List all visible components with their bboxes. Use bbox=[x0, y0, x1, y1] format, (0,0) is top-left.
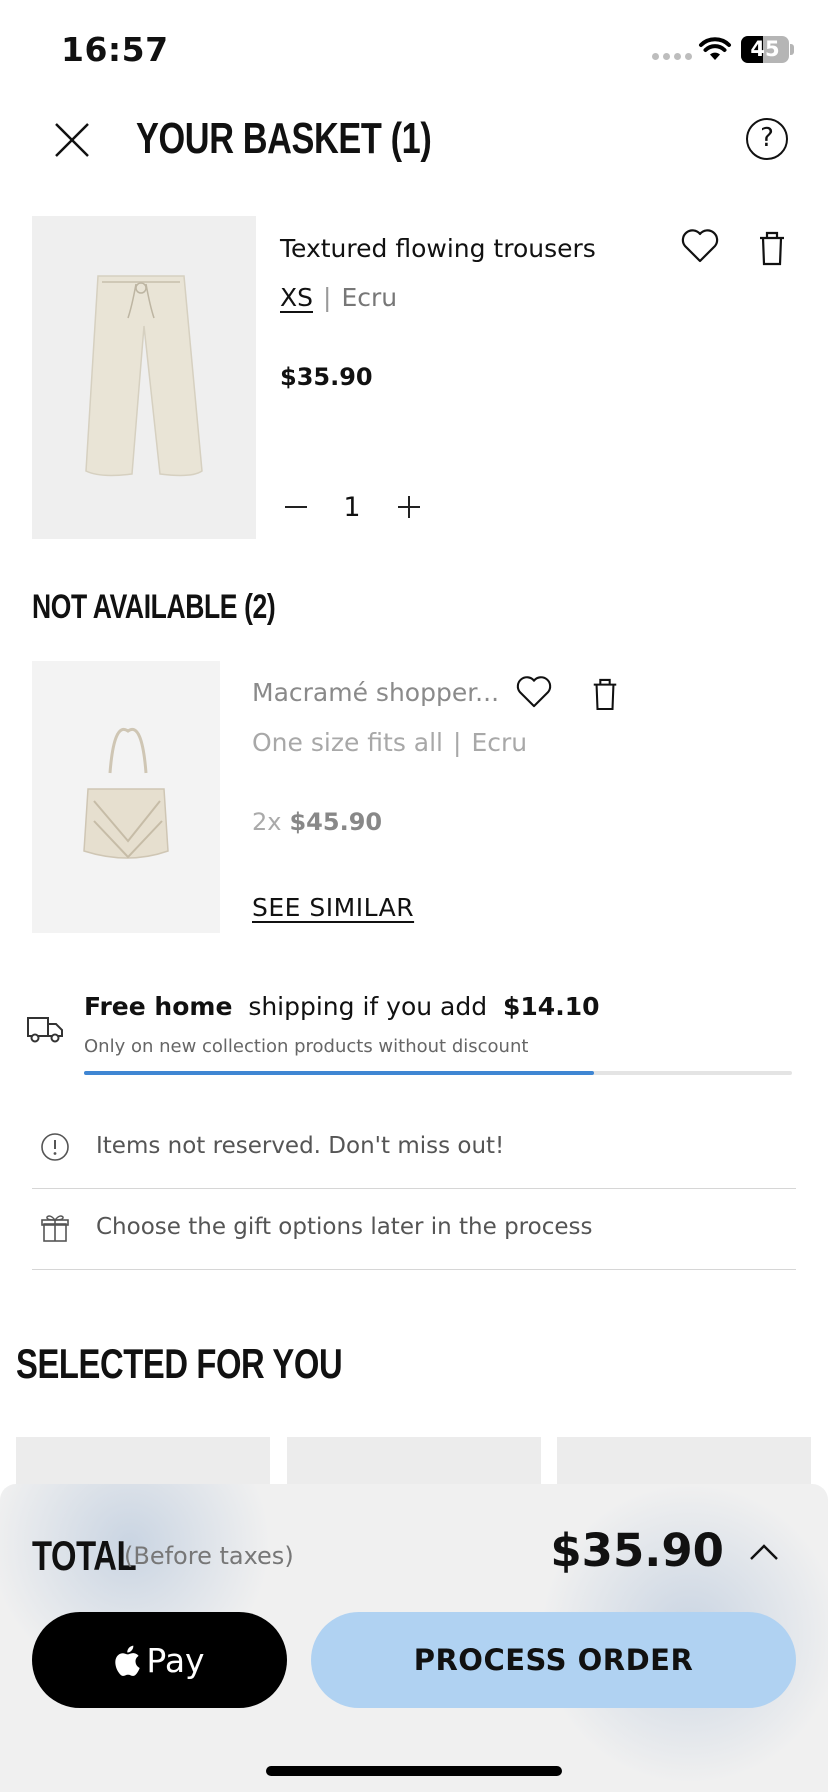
unavailable-product-price: 2x $45.90 bbox=[252, 808, 382, 836]
shipping-progress-bar bbox=[84, 1071, 792, 1075]
product-image[interactable] bbox=[32, 216, 256, 539]
total-label: TOTAL bbox=[32, 1532, 137, 1579]
see-similar-link[interactable]: SEE SIMILAR bbox=[252, 893, 414, 922]
unavailable-product-size: One size fits all bbox=[252, 728, 444, 757]
decrease-quantity-button[interactable] bbox=[283, 494, 309, 520]
chevron-up-icon[interactable] bbox=[748, 1542, 780, 1562]
shipping-highlight: Free home bbox=[84, 992, 233, 1021]
product-price: $35.90 bbox=[280, 363, 373, 391]
heart-icon[interactable] bbox=[515, 675, 553, 709]
gift-options-notice[interactable]: Choose the gift options later in the pro… bbox=[32, 1189, 796, 1270]
recommendations-title: SELECTED FOR YOU bbox=[16, 1340, 343, 1387]
increase-quantity-button[interactable] bbox=[396, 494, 422, 520]
shipping-amount: $14.10 bbox=[503, 992, 600, 1021]
status-time: 16:57 bbox=[61, 30, 169, 69]
checkout-footer: TOTAL (Before taxes) $35.90 Pay PROCESS … bbox=[0, 1484, 828, 1792]
signal-icon bbox=[652, 53, 692, 60]
gift-icon bbox=[41, 1215, 69, 1242]
heart-icon[interactable] bbox=[680, 228, 720, 264]
unavailable-product-color: Ecru bbox=[471, 728, 528, 757]
trash-icon[interactable] bbox=[756, 230, 788, 266]
unavailable-product-image[interactable] bbox=[32, 661, 220, 933]
quantity-value: 1 bbox=[343, 492, 361, 523]
wifi-icon bbox=[699, 37, 731, 60]
total-amount: $35.90 bbox=[550, 1524, 724, 1577]
product-name[interactable]: Textured flowing trousers bbox=[280, 234, 596, 263]
bag-image bbox=[83, 727, 169, 859]
variant-separator: | bbox=[453, 728, 462, 757]
shipping-message: Free home shipping if you add $14.10 bbox=[84, 992, 600, 1021]
unavailable-product-qty: 2x bbox=[252, 808, 282, 836]
shipping-progress-fill bbox=[84, 1071, 594, 1075]
help-button[interactable]: ? bbox=[746, 118, 788, 160]
exclamation-circle-icon bbox=[41, 1133, 69, 1161]
unavailable-product-variant: One size fits all | Ecru bbox=[252, 728, 527, 757]
close-icon[interactable] bbox=[50, 118, 94, 162]
home-indicator[interactable] bbox=[266, 1766, 562, 1776]
variant-separator: | bbox=[323, 283, 332, 312]
product-variant: XS | Ecru bbox=[280, 283, 397, 312]
apple-pay-label: Pay bbox=[146, 1640, 205, 1680]
shipping-text: shipping if you add bbox=[248, 992, 488, 1021]
shipping-subtext: Only on new collection products without … bbox=[84, 1036, 529, 1057]
product-size[interactable]: XS bbox=[280, 283, 313, 312]
product-color: Ecru bbox=[341, 283, 398, 312]
notice-text: Items not reserved. Don't miss out! bbox=[96, 1133, 505, 1159]
reservation-notice: Items not reserved. Don't miss out! bbox=[32, 1108, 796, 1189]
unavailable-product-name[interactable]: Macramé shopper... bbox=[252, 678, 499, 707]
trash-icon[interactable] bbox=[590, 677, 620, 711]
truck-icon bbox=[27, 1017, 63, 1043]
battery-percent: 45 bbox=[750, 37, 780, 61]
not-available-title: NOT AVAILABLE (2) bbox=[32, 588, 276, 626]
apple-logo-icon bbox=[115, 1645, 141, 1676]
total-note: (Before taxes) bbox=[124, 1542, 294, 1570]
process-order-button[interactable]: PROCESS ORDER bbox=[311, 1612, 796, 1708]
page-title: YOUR BASKET (1) bbox=[136, 114, 432, 163]
battery-icon: 45 bbox=[741, 36, 789, 63]
battery-nub bbox=[790, 44, 794, 55]
trousers-image bbox=[85, 275, 203, 477]
unavailable-product-amount: $45.90 bbox=[289, 808, 383, 836]
status-bar: 16:57 45 bbox=[0, 0, 828, 100]
apple-pay-button[interactable]: Pay bbox=[32, 1612, 287, 1708]
notice-text: Choose the gift options later in the pro… bbox=[96, 1214, 593, 1240]
